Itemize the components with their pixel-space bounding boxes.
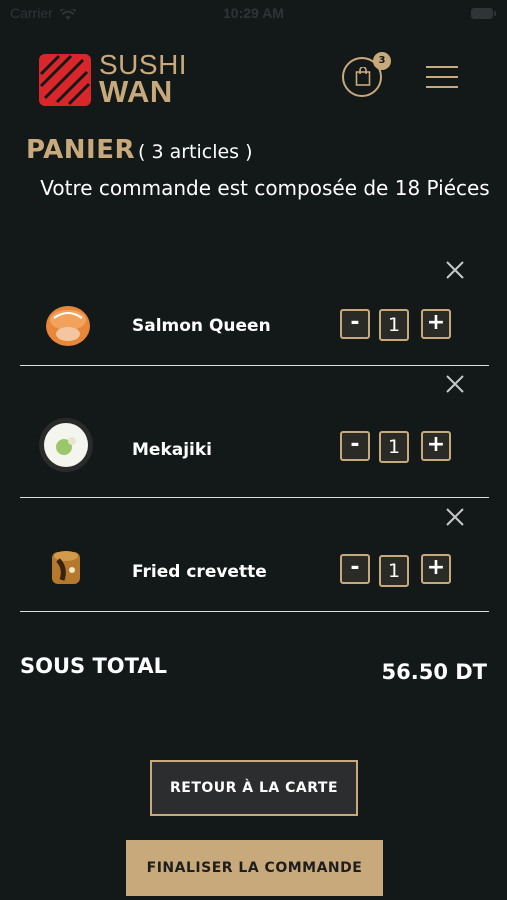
fried-crevette-image	[52, 551, 80, 584]
remove-item-icon[interactable]	[445, 260, 465, 280]
checkout-button[interactable]: FINALISER LA COMMANDE	[126, 840, 383, 896]
cart-item-count: ( 3 articles )	[138, 141, 253, 163]
logo-wordmark: SUSHI WAN	[99, 51, 187, 109]
remove-item-icon[interactable]	[445, 374, 465, 394]
battery-icon	[471, 8, 496, 19]
item-name: Fried crevette	[132, 562, 267, 582]
cart-item: Fried crevette - 1 +	[20, 504, 489, 612]
quantity-field[interactable]: 1	[379, 431, 409, 463]
increase-qty-button[interactable]: +	[421, 309, 451, 339]
item-name: Salmon Queen	[132, 316, 271, 336]
clock: 10:29 AM	[223, 5, 284, 21]
status-bar: Carrier 10:29 AM	[0, 0, 507, 28]
sushiwan-logo[interactable]: SUSHI WAN	[37, 51, 187, 109]
mekajiki-image	[39, 418, 93, 472]
logo-mark-icon	[39, 54, 91, 106]
cart-title: PANIER	[26, 135, 136, 165]
divider	[20, 497, 489, 498]
remove-item-icon[interactable]	[445, 507, 465, 527]
cart-item: Mekajiki - 1 +	[20, 371, 489, 498]
divider	[20, 365, 489, 366]
menu-line	[426, 66, 458, 68]
decrease-qty-button[interactable]: -	[340, 554, 370, 584]
order-summary-message: Votre commande est composée de 18 Piéces	[40, 176, 490, 200]
increase-qty-button[interactable]: +	[421, 554, 451, 584]
item-name: Mekajiki	[132, 440, 213, 460]
menu-line	[426, 76, 458, 78]
subtotal-value: 56.50 DT	[381, 660, 488, 684]
menu-line	[426, 86, 458, 88]
logo-line-2: WAN	[99, 74, 173, 109]
subtotal-label: SOUS TOTAL	[20, 654, 167, 678]
decrease-qty-button[interactable]: -	[340, 431, 370, 461]
bag-icon	[355, 67, 371, 86]
salmon-queen-image	[46, 306, 90, 346]
increase-qty-button[interactable]: +	[421, 431, 451, 461]
quantity-field[interactable]: 1	[379, 309, 409, 341]
decrease-qty-button[interactable]: -	[340, 309, 370, 339]
divider	[20, 611, 489, 612]
back-to-menu-button[interactable]: RETOUR À LA CARTE	[150, 760, 358, 816]
cart-count-badge: 3	[373, 52, 391, 70]
cart-item: Salmon Queen - 1 +	[20, 258, 489, 366]
hamburger-menu-icon[interactable]	[426, 66, 458, 92]
quantity-field[interactable]: 1	[379, 555, 409, 587]
